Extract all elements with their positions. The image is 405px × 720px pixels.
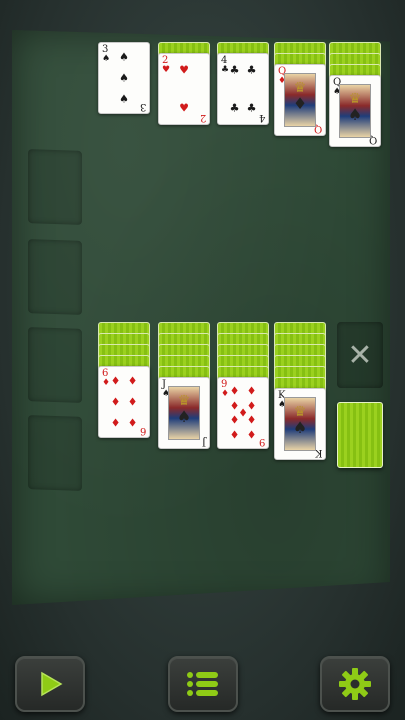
suit-pip: ♣ bbox=[246, 101, 257, 115]
list-icon bbox=[187, 672, 218, 696]
suit-pip: ♠ bbox=[119, 71, 129, 85]
play-button[interactable] bbox=[15, 656, 85, 712]
playing-card[interactable]: 3 ♠ 3 ♠ ♠ ♠ bbox=[98, 42, 150, 114]
card-pips: ♥ ♥ bbox=[167, 62, 201, 116]
suit-pip: ♦ bbox=[246, 399, 257, 413]
card-rank: J bbox=[201, 436, 206, 447]
empty-slot[interactable] bbox=[28, 239, 82, 315]
playing-card[interactable]: Q ♠ Q ♛ ♠ bbox=[329, 75, 381, 147]
suit-pip: ♦ bbox=[229, 413, 240, 427]
playing-card[interactable]: K ♠ K ♛ ♠ bbox=[274, 388, 326, 460]
card-pips: ♦ ♦ ♦ ♦ ♦ ♦ bbox=[107, 375, 141, 429]
face-card-art: ♛ ♠ bbox=[284, 397, 316, 451]
suit-pip: ♦ bbox=[292, 94, 308, 113]
suit-pip: ♠ bbox=[119, 92, 129, 106]
suit-pip: ♠ bbox=[176, 407, 192, 426]
suit-pip: ♦ bbox=[127, 416, 138, 430]
face-card-art: ♛ ♠ bbox=[168, 386, 200, 440]
suit-pip: ♦ bbox=[246, 384, 257, 398]
playing-card[interactable]: 4 ♣ 4 ♣ ♣ ♣ ♣ bbox=[217, 53, 269, 125]
empty-slot[interactable] bbox=[28, 327, 82, 403]
gear-icon bbox=[339, 668, 371, 700]
card-pips: ♠ ♠ ♠ bbox=[107, 51, 141, 105]
menu-button[interactable] bbox=[168, 656, 238, 712]
suit-pip: ♠ bbox=[292, 418, 308, 437]
suit-pip: ♠ bbox=[347, 105, 363, 124]
suit-pip: ♦ bbox=[127, 395, 138, 409]
empty-slot[interactable] bbox=[28, 149, 82, 225]
suit-pip: ♦ bbox=[246, 428, 257, 442]
suit-pip: ♥ bbox=[179, 63, 189, 77]
suit-pip: ♣ bbox=[246, 63, 257, 77]
suit-pip: ♣ bbox=[229, 101, 240, 115]
close-icon: ✕ bbox=[347, 337, 373, 373]
face-card-art: ♛ ♦ bbox=[284, 73, 316, 127]
play-icon bbox=[41, 671, 63, 697]
playing-card[interactable]: 6 ♦ 6 ♦ ♦ ♦ ♦ ♦ ♦ bbox=[98, 366, 150, 438]
playing-card[interactable]: J ♠ J ♛ ♠ bbox=[158, 377, 210, 449]
suit-pip: ♠ bbox=[119, 50, 129, 64]
card-pips: ♣ ♣ ♣ ♣ bbox=[226, 62, 260, 116]
face-card-art: ♛ ♠ bbox=[339, 84, 371, 138]
card-pips: ♦ ♦ ♦ ♦ ♦ ♦ ♦ ♦ ♦ bbox=[226, 386, 260, 440]
suit-pip: ♣ bbox=[229, 63, 240, 77]
suit-pip: ♦ bbox=[110, 374, 121, 388]
suit-pip: ♦ bbox=[110, 395, 121, 409]
suit-pip: ♦ bbox=[127, 374, 138, 388]
settings-button[interactable] bbox=[320, 656, 390, 712]
suit-pip: ♦ bbox=[229, 428, 240, 442]
suit-pip: ♦ bbox=[246, 413, 257, 427]
playing-card[interactable]: Q ♦ Q ♛ ♦ bbox=[274, 64, 326, 136]
suit-pip: ♦ bbox=[229, 384, 240, 398]
empty-slot[interactable] bbox=[28, 415, 82, 491]
playing-card[interactable]: 9 ♦ 9 ♦ ♦ ♦ ♦ ♦ ♦ ♦ ♦ ♦ bbox=[217, 377, 269, 449]
suit-pip: ♥ bbox=[179, 101, 189, 115]
waste-pile[interactable]: ✕ bbox=[337, 322, 383, 388]
suit-pip: ♦ bbox=[110, 416, 121, 430]
playing-card[interactable]: 2 ♥ 2 ♥ ♥ bbox=[158, 53, 210, 125]
stock-pile[interactable] bbox=[337, 402, 383, 468]
